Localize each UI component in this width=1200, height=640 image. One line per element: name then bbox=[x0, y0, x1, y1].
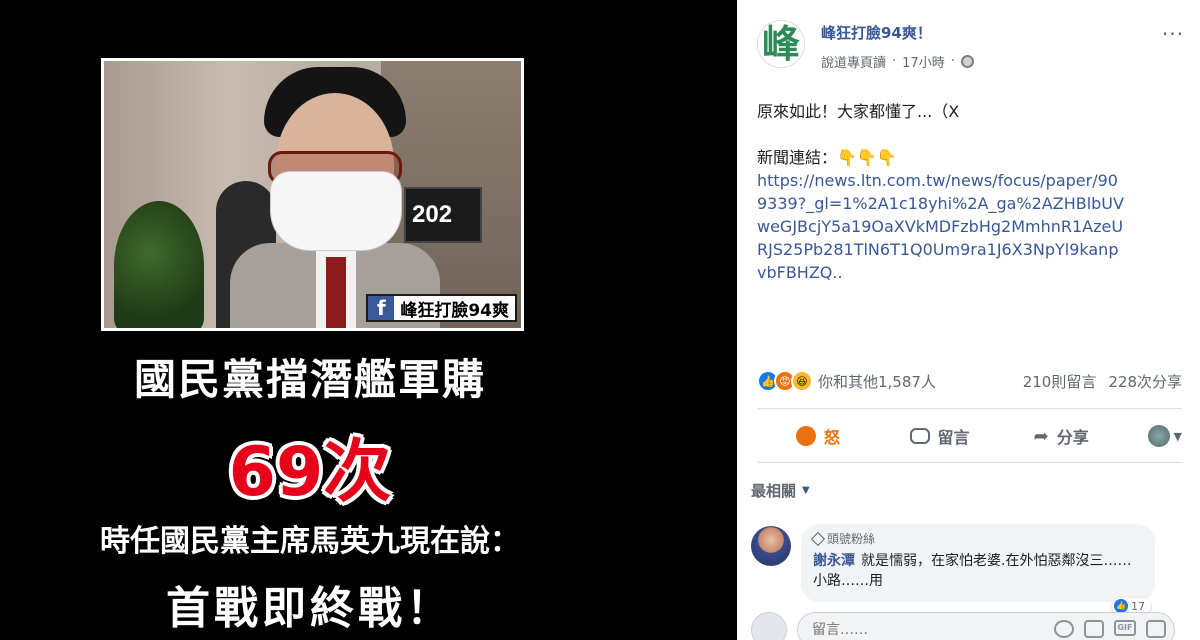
composer-avatar bbox=[751, 612, 787, 640]
headline-line-1: 國民黨擋潛艦軍購 bbox=[133, 355, 486, 404]
comment-composer: GIF bbox=[751, 612, 1176, 640]
angry-icon bbox=[795, 426, 816, 446]
comment-count[interactable]: 210則留言 bbox=[1023, 371, 1097, 392]
divider bbox=[757, 408, 1182, 409]
comment-sort-dropdown[interactable]: 最相關 ▼ bbox=[751, 480, 810, 501]
post-image[interactable]: 202 f 峰狂打臉94爽 國民黨擋潛艦軍購 69次 時任國民黨主席馬英九現在說… bbox=[0, 0, 737, 640]
news-photo: 202 f 峰狂打臉94爽 bbox=[101, 58, 524, 331]
watermark: f 峰狂打臉94爽 bbox=[366, 294, 517, 322]
more-options-icon[interactable]: ··· bbox=[1162, 22, 1184, 46]
masked-man bbox=[230, 67, 440, 328]
comment-button[interactable]: 留言 bbox=[879, 424, 1001, 448]
comment-content: 謝永潭 就是懦弱，在家怕老婆.在外怕惡鄰沒三……小路……用 bbox=[813, 551, 1143, 591]
share-label: 分享 bbox=[1056, 428, 1089, 447]
share-button[interactable]: ➦ 分享 bbox=[1000, 424, 1122, 448]
share-icon: ➦ bbox=[1033, 425, 1049, 447]
badge-label: 頭號粉絲 bbox=[827, 532, 876, 546]
diamond-icon bbox=[810, 531, 826, 546]
globe-icon bbox=[960, 55, 974, 68]
comment-author-link[interactable]: 謝永潭 bbox=[813, 553, 855, 569]
post-meta: 說道專頁讀 · 17小時 · bbox=[821, 52, 974, 71]
headline-line-4: 首戰即終戰！ bbox=[166, 583, 454, 634]
react-button[interactable]: 怒 bbox=[757, 424, 879, 448]
commenter-avatar[interactable] bbox=[751, 526, 791, 566]
react-label: 怒 bbox=[823, 428, 840, 447]
comment-bubble: 頭號粉絲 謝永潭 就是懦弱，在家怕老婆.在外怕惡鄰沒三……小路……用 👍 17 bbox=[801, 524, 1155, 614]
reactions-bar: 👍 😡 😆 你和其他1,587人 210則留言 228次分享 bbox=[757, 368, 1182, 394]
composer-tools: GIF bbox=[1054, 620, 1166, 638]
sticker-icon[interactable] bbox=[1146, 620, 1166, 638]
share-count[interactable]: 228次分享 bbox=[1108, 371, 1182, 392]
gif-icon[interactable]: GIF bbox=[1114, 620, 1136, 636]
post-text: 原來如此！大家都懂了...（X bbox=[757, 102, 960, 121]
like-icon: 👍 bbox=[1114, 599, 1128, 613]
reaction-count[interactable]: 你和其他1,587人 bbox=[818, 371, 936, 392]
chevron-down-icon: ▼ bbox=[1173, 429, 1183, 443]
comment-reaction-count: 17 bbox=[1131, 599, 1145, 613]
profile-avatar bbox=[1147, 425, 1170, 447]
chevron-down-icon: ▼ bbox=[802, 485, 810, 496]
action-bar: 怒 留言 ➦ 分享 ▼ bbox=[757, 416, 1182, 456]
byline: 說道專頁讀 bbox=[821, 56, 887, 71]
page-avatar[interactable]: 峰 bbox=[757, 20, 805, 68]
comment-icon bbox=[909, 428, 930, 444]
haha-reaction-icon[interactable]: 😆 bbox=[791, 370, 813, 392]
photo-plant bbox=[114, 201, 204, 328]
meta-separator: · bbox=[950, 54, 955, 69]
comment-label: 留言 bbox=[937, 428, 970, 447]
news-link[interactable]: https://news.ltn.com.tw/news/focus/paper… bbox=[757, 169, 1127, 284]
headline-line-2: 69次 bbox=[228, 433, 392, 512]
top-fan-badge: 頭號粉絲 bbox=[810, 530, 1143, 547]
emoji-icon[interactable] bbox=[1054, 620, 1074, 638]
headline-line-3: 時任國民黨主席馬英九現在說： bbox=[100, 524, 520, 559]
page-name-link[interactable]: 峰狂打臉94爽！ bbox=[821, 22, 932, 43]
facebook-icon: f bbox=[368, 296, 395, 320]
meta-separator: · bbox=[892, 54, 897, 69]
divider bbox=[757, 462, 1182, 463]
news-label: 新聞連結：👇👇👇 bbox=[757, 148, 897, 167]
camera-icon[interactable] bbox=[1084, 620, 1104, 638]
audience-selector[interactable]: ▼ bbox=[1122, 425, 1182, 447]
watermark-text: 峰狂打臉94爽 bbox=[400, 300, 509, 321]
comment-text: 就是懦弱，在家怕老婆.在外怕惡鄰沒三……小路……用 bbox=[813, 553, 1132, 589]
post-time-link[interactable]: 17小時 bbox=[902, 52, 945, 71]
sort-label: 最相關 bbox=[751, 482, 797, 500]
post-body: 原來如此！大家都懂了...（X 新聞連結：👇👇👇 https://news.lt… bbox=[757, 100, 1157, 284]
post-panel: 峰 峰狂打臉94爽！ 說道專頁讀 · 17小時 · ··· 原來如此！大家都懂了… bbox=[737, 0, 1200, 640]
